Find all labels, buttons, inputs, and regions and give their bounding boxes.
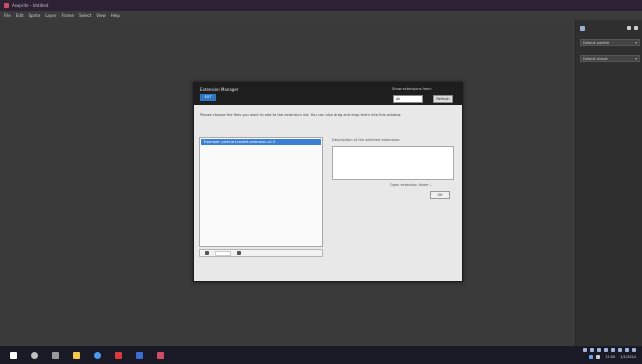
menu-sprite[interactable]: Sprite (28, 13, 40, 18)
extension-list[interactable]: Example: pixel-art-toolkit-extension-v1.… (199, 137, 323, 247)
ok-button[interactable]: OK (430, 191, 450, 199)
open-folder-link[interactable]: Open extension folder... (390, 183, 432, 187)
right-panel-icons (580, 26, 638, 32)
list-filter-field[interactable] (215, 250, 231, 256)
tray-icon[interactable] (597, 348, 601, 352)
app-logo-icon (4, 3, 9, 8)
store-icon[interactable] (136, 351, 143, 359)
palette-dropdown-label: Default palette (583, 40, 610, 45)
tray-icon[interactable] (632, 348, 636, 352)
tray-icon[interactable] (625, 348, 629, 352)
tileset-dropdown[interactable]: Default tileset ▾ (580, 55, 640, 62)
dialog-logo: EXT (200, 94, 216, 101)
tray-icon[interactable] (618, 348, 622, 352)
dialog-description: Please choose the files you want to add … (200, 113, 402, 117)
tray-icon[interactable] (590, 348, 594, 352)
dialog-header: Extension Manager EXT Show extensions fr… (194, 83, 462, 105)
volume-icon[interactable] (596, 355, 601, 359)
system-tray-clock: 12:00 1/1/2024 (589, 355, 636, 359)
tray-icon[interactable] (604, 348, 608, 352)
title-bar: Aseprite - Untitled (0, 0, 642, 11)
clock-time[interactable]: 12:00 (605, 355, 615, 359)
dialog-title: Extension Manager (200, 87, 239, 92)
filter-select[interactable]: All (393, 95, 423, 103)
search-icon[interactable] (31, 351, 38, 359)
list-toolbar (199, 249, 323, 257)
browser-icon[interactable] (94, 351, 101, 359)
task-view-icon[interactable] (52, 351, 59, 359)
settings-icon[interactable] (634, 26, 638, 30)
options-icon[interactable] (627, 26, 631, 30)
chevron-down-icon: ▾ (635, 40, 637, 45)
tray-icon[interactable] (611, 348, 615, 352)
extension-dialog: Extension Manager EXT Show extensions fr… (193, 82, 463, 282)
clock-date[interactable]: 1/1/2024 (620, 355, 636, 359)
network-icon[interactable] (589, 355, 594, 359)
window-title: Aseprite - Untitled (12, 3, 49, 8)
chevron-down-icon: ▾ (635, 56, 637, 61)
description-label: Description of the selected extension: (332, 138, 401, 142)
add-icon[interactable] (205, 251, 209, 255)
filter-label: Show extensions from: (392, 87, 432, 91)
right-panel: Default palette ▾ Default tileset ▾ (575, 20, 642, 346)
filter-select-value: All (396, 97, 401, 101)
menu-view[interactable]: View (96, 13, 106, 18)
menu-layer[interactable]: Layer (45, 13, 56, 18)
palette-dropdown[interactable]: Default palette ▾ (580, 39, 640, 46)
media-app-icon[interactable] (115, 351, 122, 359)
taskbar: 12:00 1/1/2024 (0, 346, 642, 364)
file-explorer-icon[interactable] (73, 351, 80, 359)
system-tray (583, 348, 636, 352)
tray-icon[interactable] (583, 348, 587, 352)
description-textarea[interactable] (332, 146, 454, 180)
aseprite-taskbar-icon[interactable] (157, 351, 164, 359)
list-item[interactable]: Example: pixel-art-toolkit-extension-v1.… (201, 139, 321, 145)
menu-bar: File Edit Sprite Layer Frame Select View… (0, 11, 642, 20)
refresh-button[interactable]: Refresh (433, 95, 453, 103)
menu-file[interactable]: File (4, 13, 11, 18)
windows-start-icon[interactable] (10, 351, 17, 359)
palette-icon[interactable] (580, 26, 585, 31)
menu-frame[interactable]: Frame (61, 13, 73, 18)
remove-icon[interactable] (237, 251, 241, 255)
menu-edit[interactable]: Edit (16, 13, 24, 18)
menu-help[interactable]: Help (111, 13, 120, 18)
tileset-dropdown-label: Default tileset (583, 56, 608, 61)
menu-select[interactable]: Select (79, 13, 91, 18)
